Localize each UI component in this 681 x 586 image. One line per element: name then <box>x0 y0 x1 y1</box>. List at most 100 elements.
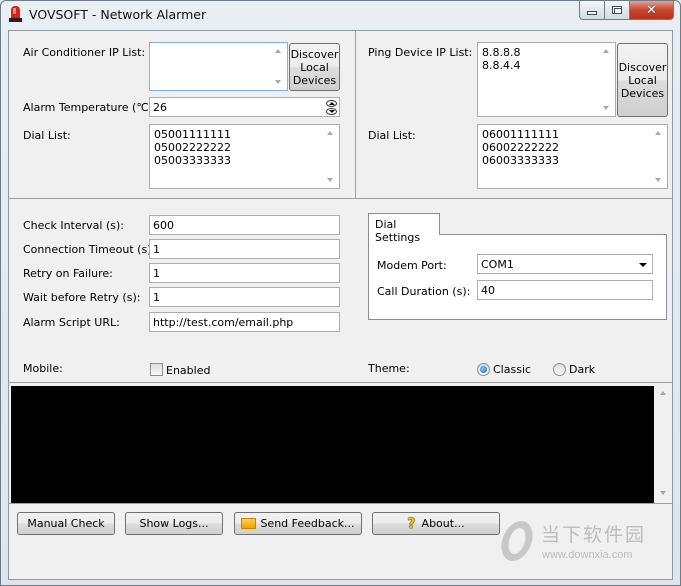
manual-check-button[interactable]: Manual Check <box>17 512 115 535</box>
send-feedback-button[interactable]: Send Feedback... <box>234 512 362 535</box>
watermark-url: www.downxia.com <box>542 549 633 561</box>
log-panel <box>9 382 672 504</box>
button-label: Discover <box>290 47 339 61</box>
connection-timeout-value: 1 <box>153 243 160 256</box>
modem-port-value: COM1 <box>481 258 514 271</box>
air-conditioner-panel: Air Conditioner IP List: Discover Local … <box>9 31 356 199</box>
ping-ip-list-scrollbar[interactable] <box>598 43 615 116</box>
wait-before-retry-value: 1 <box>153 291 160 304</box>
envelope-icon <box>241 518 257 529</box>
scroll-down-icon <box>327 178 333 182</box>
button-label: Show Logs... <box>139 517 209 530</box>
button-label: Discover <box>618 60 667 74</box>
theme-classic-label[interactable]: Classic <box>493 363 531 376</box>
ping-panel: Ping Device IP List: 8.8.8.8 8.8.4.4 Dis… <box>356 31 672 199</box>
minimize-icon <box>587 10 597 15</box>
scroll-up-icon <box>655 131 661 135</box>
button-label: Local <box>300 60 329 74</box>
button-label: Local <box>628 73 657 87</box>
spin-down-icon[interactable] <box>326 108 337 115</box>
button-label: Devices <box>292 73 337 87</box>
ac-dial-list-label: Dial List: <box>23 129 71 142</box>
help-icon: ? <box>407 515 416 532</box>
watermark-logo-icon <box>497 521 537 561</box>
scroll-up-icon <box>603 49 609 53</box>
ping-dial-list-input[interactable]: 06001111111 06002222222 06003333333 <box>477 124 668 189</box>
spin-buttons[interactable] <box>326 100 337 115</box>
alarm-siren-icon <box>9 6 22 23</box>
wait-before-retry-input[interactable]: 1 <box>149 287 340 307</box>
ac-discover-devices-button[interactable]: Discover Local Devices <box>289 43 340 91</box>
modem-port-select[interactable]: COM1 <box>477 254 653 274</box>
check-interval-value: 600 <box>153 219 174 232</box>
call-duration-input[interactable]: 40 <box>477 280 653 300</box>
connection-timeout-label: Connection Timeout (s): <box>23 243 156 256</box>
theme-dark-label[interactable]: Dark <box>569 363 595 376</box>
alarm-script-url-value: http://test.com/email.php <box>153 316 294 329</box>
watermark-text: 当下软件园 <box>541 524 647 546</box>
client-area: Air Conditioner IP List: Discover Local … <box>8 30 673 580</box>
close-icon: ✕ <box>646 2 657 18</box>
ping-dial-list-scrollbar[interactable] <box>650 125 667 188</box>
button-label: About... <box>421 517 465 530</box>
mobile-enabled-checkbox[interactable] <box>150 363 163 376</box>
log-output[interactable] <box>11 386 654 503</box>
scroll-down-icon <box>603 106 609 110</box>
button-label: Send Feedback... <box>260 517 355 530</box>
ping-ip-list-input[interactable]: 8.8.8.8 8.8.4.4 <box>477 42 616 117</box>
scroll-up-icon <box>327 131 333 135</box>
scroll-up-icon <box>275 49 281 53</box>
alarm-temperature-value: 26 <box>153 101 167 114</box>
tab-label: Dial Settings <box>375 218 421 244</box>
ac-ip-list-scrollbar[interactable] <box>270 43 287 90</box>
minimize-button[interactable] <box>579 1 605 20</box>
scroll-down-icon <box>660 491 666 495</box>
ping-dial-list-label: Dial List: <box>368 129 416 142</box>
log-scrollbar[interactable] <box>654 383 672 503</box>
connection-timeout-input[interactable]: 1 <box>149 239 340 259</box>
button-label: Manual Check <box>27 517 105 530</box>
modem-port-label: Modem Port: <box>377 259 447 272</box>
wait-before-retry-label: Wait before Retry (s): <box>23 291 141 304</box>
theme-label: Theme: <box>368 362 410 375</box>
scroll-down-icon <box>655 178 661 182</box>
theme-dark-radio[interactable] <box>553 363 566 376</box>
ac-dial-list-text: 05001111111 05002222222 05003333333 <box>154 128 231 167</box>
call-duration-value: 40 <box>481 284 495 297</box>
button-label: Devices <box>620 86 665 100</box>
retry-on-failure-value: 1 <box>153 267 160 280</box>
spin-up-icon[interactable] <box>326 100 337 107</box>
about-button[interactable]: ? About... <box>372 512 500 535</box>
ping-ip-list-label: Ping Device IP List: <box>368 46 473 59</box>
close-button[interactable]: ✕ <box>630 1 674 20</box>
chevron-down-icon <box>639 263 647 267</box>
ac-dial-list-input[interactable]: 05001111111 05002222222 05003333333 <box>149 124 340 189</box>
tab-dial-settings[interactable]: Dial Settings <box>368 213 440 244</box>
call-duration-label: Call Duration (s): <box>377 285 471 298</box>
scroll-down-icon <box>275 80 281 84</box>
alarm-script-url-label: Alarm Script URL: <box>23 316 120 329</box>
app-window: VOVSOFT - Network Alarmer ✕ Air Conditio… <box>0 0 681 586</box>
scroll-up-icon <box>660 391 666 395</box>
check-interval-input[interactable]: 600 <box>149 215 340 235</box>
mobile-enabled-label[interactable]: Enabled <box>166 364 210 377</box>
ping-dial-list-text: 06001111111 06002222222 06003333333 <box>482 128 559 167</box>
ac-ip-list-input[interactable] <box>149 42 288 91</box>
ping-discover-devices-button[interactable]: Discover Local Devices <box>617 43 668 117</box>
maximize-icon <box>612 6 622 14</box>
watermark: 当下软件园 www.downxia.com <box>496 519 666 579</box>
mobile-label: Mobile: <box>23 362 63 375</box>
show-logs-button[interactable]: Show Logs... <box>125 512 223 535</box>
retry-on-failure-input[interactable]: 1 <box>149 263 340 283</box>
ac-dial-list-scrollbar[interactable] <box>322 125 339 188</box>
alarm-temperature-label: Alarm Temperature (℃): <box>23 101 157 114</box>
title-bar[interactable]: VOVSOFT - Network Alarmer ✕ <box>1 1 680 29</box>
dial-settings-panel: Modem Port: COM1 Call Duration (s): 40 <box>368 234 667 320</box>
window-title: VOVSOFT - Network Alarmer <box>29 7 207 22</box>
ping-ip-list-text: 8.8.8.8 8.8.4.4 <box>482 46 521 72</box>
alarm-script-url-input[interactable]: http://test.com/email.php <box>149 312 340 332</box>
maximize-button[interactable] <box>605 1 630 20</box>
alarm-temperature-spinner[interactable]: 26 <box>149 97 340 117</box>
theme-classic-radio[interactable] <box>477 363 490 376</box>
check-interval-label: Check Interval (s): <box>23 219 124 232</box>
